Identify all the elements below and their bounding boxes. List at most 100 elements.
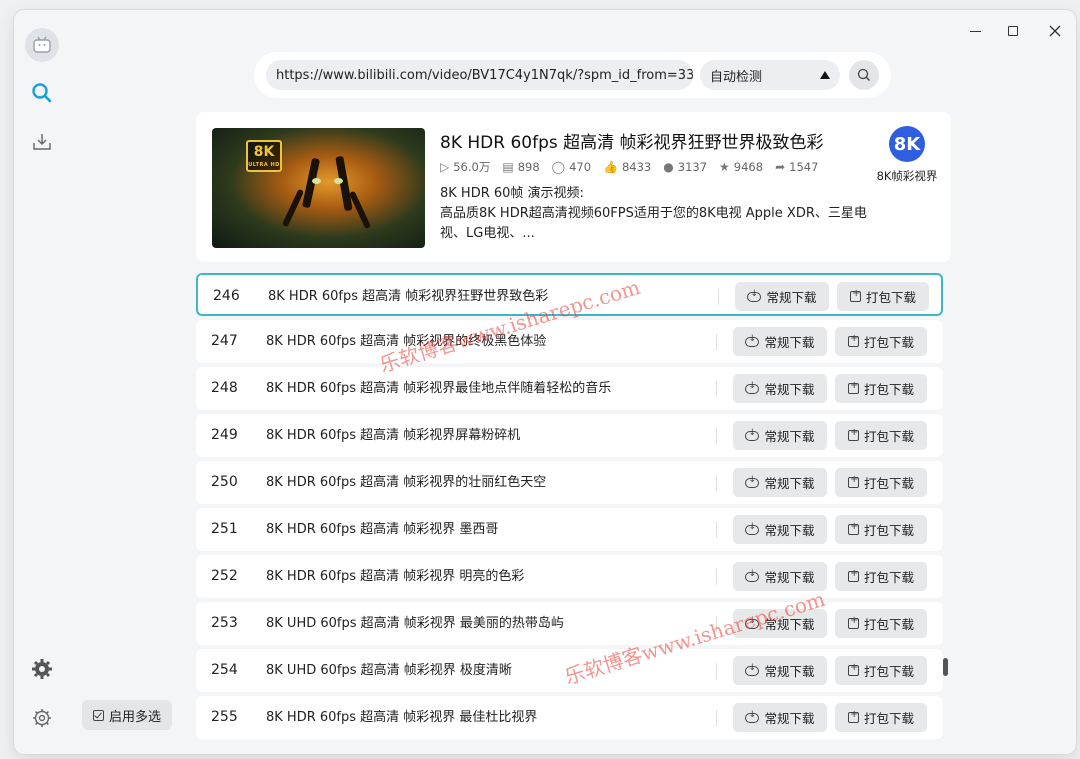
normal-download-label: 常规下载 [764, 711, 815, 726]
video-card: 8K ULTRA HD 8K HDR 60fps 超高清 帧彩视界狂野世界极致色… [196, 112, 951, 262]
video-thumbnail[interactable]: 8K ULTRA HD [212, 128, 425, 248]
pack-icon [847, 662, 859, 676]
pack-download-button[interactable]: 打包下载 [837, 282, 929, 311]
uploader-avatar: 8K [889, 126, 925, 162]
sidebar-item-downloads[interactable] [28, 128, 56, 156]
divider [716, 475, 717, 491]
divider [716, 381, 717, 397]
pack-download-button[interactable]: 打包下载 [835, 327, 927, 356]
normal-download-button[interactable]: 常规下载 [733, 656, 827, 685]
cloud-download-icon [747, 289, 762, 302]
star-icon: ★ [719, 160, 730, 174]
divider [716, 616, 717, 632]
pack-download-label: 打包下载 [865, 290, 916, 305]
search-icon [857, 68, 870, 81]
normal-download-button[interactable]: 常规下载 [735, 282, 829, 311]
stat-favorites: ★ 9468 [719, 160, 764, 174]
list-item[interactable]: 246 8K HDR 60fps 超高清 帧彩视界狂野世界致色彩 常规下载 打包下载 [196, 273, 943, 316]
search-button[interactable] [849, 60, 879, 90]
list-item[interactable]: 254 8K UHD 60fps 超高清 帧彩视界 极度清晰 常规下载 打包下载 [196, 649, 943, 692]
url-input[interactable]: https://www.bilibili.com/video/BV17C4y1N… [266, 60, 693, 90]
normal-download-button[interactable]: 常规下载 [733, 703, 827, 732]
cloud-download-icon [745, 710, 760, 723]
normal-download-button[interactable]: 常规下载 [733, 468, 827, 497]
episode-number: 253 [211, 615, 238, 631]
normal-download-label: 常规下载 [764, 664, 815, 679]
gear-icon [33, 709, 51, 727]
multi-select-button[interactable]: 启用多选 [82, 700, 172, 730]
pack-icon [847, 521, 859, 535]
pack-download-button[interactable]: 打包下载 [835, 468, 927, 497]
episode-number: 254 [211, 662, 238, 678]
stat-shares: ➦ 1547 [775, 160, 819, 174]
cloud-download-icon [745, 475, 760, 488]
uploader[interactable]: 8K 8K帧彩视界 [872, 126, 942, 184]
episode-number: 247 [211, 333, 238, 349]
normal-download-label: 常规下载 [764, 523, 815, 538]
pack-download-button[interactable]: 打包下载 [835, 515, 927, 544]
gear-dark-icon [32, 659, 52, 679]
video-title: 8K HDR 60fps 超高清 帧彩视界狂野世界极致色彩 [440, 133, 824, 153]
normal-download-label: 常规下载 [764, 476, 815, 491]
pack-download-label: 打包下载 [863, 711, 914, 726]
pack-download-button[interactable]: 打包下载 [835, 421, 927, 450]
sidebar-item-search[interactable] [28, 79, 56, 107]
pack-download-button[interactable]: 打包下载 [835, 374, 927, 403]
avatar[interactable] [25, 28, 59, 62]
episode-title: 8K HDR 60fps 超高清 帧彩视界的终极黑色体验 [266, 334, 547, 349]
pack-download-label: 打包下载 [863, 476, 914, 491]
detect-mode-select[interactable]: 自动检测 [700, 60, 840, 90]
normal-download-label: 常规下载 [764, 335, 815, 350]
download-icon [33, 134, 51, 150]
episode-number: 249 [211, 427, 238, 443]
dropdown-arrow-icon [820, 71, 830, 79]
normal-download-button[interactable]: 常规下载 [733, 609, 827, 638]
normal-download-button[interactable]: 常规下载 [733, 515, 827, 544]
bilibili-tv-icon [33, 36, 51, 53]
stat-comments: ◯ 470 [551, 160, 592, 174]
pack-download-button[interactable]: 打包下载 [835, 562, 927, 591]
divider [716, 334, 717, 350]
video-stats: ▷ 56.0万 ▤ 898 ◯ 470 👍 8433 ● 3137 ★ 9468 ➦ 1547 [440, 159, 818, 175]
episode-title: 8K UHD 60fps 超高清 帧彩视界 极度清晰 [266, 663, 512, 678]
normal-download-button[interactable]: 常规下载 [733, 327, 827, 356]
stat-plays: ▷ 56.0万 [440, 160, 491, 174]
normal-download-button[interactable]: 常规下载 [733, 562, 827, 591]
maximize-icon[interactable] [1000, 18, 1026, 44]
episode-number: 246 [213, 288, 240, 304]
normal-download-label: 常规下载 [764, 382, 815, 397]
episode-number: 255 [211, 709, 238, 725]
pack-download-button[interactable]: 打包下载 [835, 609, 927, 638]
stat-coins: ● 3137 [663, 160, 708, 174]
episode-title: 8K UHD 60fps 超高清 帧彩视界 最美丽的热带岛屿 [266, 616, 564, 631]
list-item[interactable]: 255 8K HDR 60fps 超高清 帧彩视界 最佳杜比视界 常规下载 打包下载 [196, 696, 943, 739]
pack-icon [849, 288, 861, 302]
list-item[interactable]: 250 8K HDR 60fps 超高清 帧彩视界的壮丽红色天空 常规下载 打包下载 [196, 461, 943, 504]
list-item[interactable]: 253 8K UHD 60fps 超高清 帧彩视界 最美丽的热带岛屿 常规下载 打包下… [196, 602, 943, 645]
pack-icon [847, 474, 859, 488]
normal-download-button[interactable]: 常规下载 [733, 421, 827, 450]
episode-title: 8K HDR 60fps 超高清 帧彩视界屏幕粉碎机 [266, 428, 521, 443]
sidebar-item-theme[interactable] [28, 655, 56, 683]
pack-download-button[interactable]: 打包下载 [835, 703, 927, 732]
pack-download-label: 打包下载 [863, 382, 914, 397]
app-window: 启用多选 https://www.bilibili.com/video/BV17… [14, 10, 1076, 754]
divider [716, 522, 717, 538]
close-icon[interactable] [1042, 18, 1068, 44]
list-item[interactable]: 252 8K HDR 60fps 超高清 帧彩视界 明亮的色彩 常规下载 打包下载 [196, 555, 943, 598]
episode-number: 250 [211, 474, 238, 490]
pack-download-label: 打包下载 [863, 429, 914, 444]
list-item[interactable]: 251 8K HDR 60fps 超高清 帧彩视界 墨西哥 常规下载 打包下载 [196, 508, 943, 551]
pack-icon [847, 333, 859, 347]
list-item[interactable]: 247 8K HDR 60fps 超高清 帧彩视界的终极黑色体验 常规下载 打包下载 [196, 320, 943, 363]
pack-download-button[interactable]: 打包下载 [835, 656, 927, 685]
normal-download-label: 常规下载 [764, 570, 815, 585]
scrollbar-thumb[interactable] [943, 658, 948, 676]
sidebar-item-settings[interactable] [28, 704, 56, 732]
normal-download-button[interactable]: 常规下载 [733, 374, 827, 403]
pack-download-label: 打包下载 [863, 335, 914, 350]
episode-title: 8K HDR 60fps 超高清 帧彩视界 最佳杜比视界 [266, 710, 538, 725]
minimize-icon[interactable] [962, 18, 988, 44]
list-item[interactable]: 248 8K HDR 60fps 超高清 帧彩视界最佳地点伴随着轻松的音乐 常规下载… [196, 367, 943, 410]
list-item[interactable]: 249 8K HDR 60fps 超高清 帧彩视界屏幕粉碎机 常规下载 打包下载 [196, 414, 943, 457]
